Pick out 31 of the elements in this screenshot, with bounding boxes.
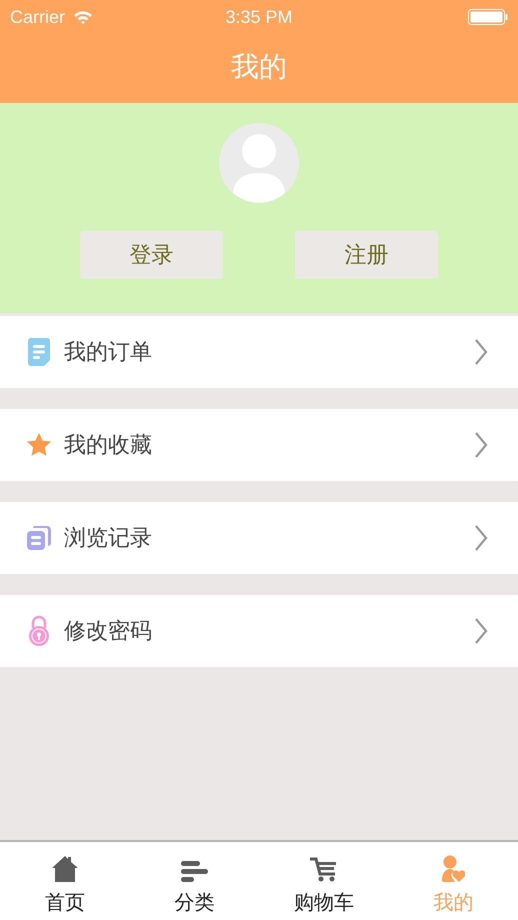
page-title: 我的 (231, 48, 287, 84)
wifi-icon (73, 10, 94, 24)
document-icon (28, 338, 50, 366)
register-button[interactable]: 注册 (295, 231, 438, 279)
tab-item[interactable]: 首页 (0, 842, 130, 920)
menu-item[interactable]: 我的订单 (0, 316, 518, 388)
menu-item[interactable]: 浏览记录 (0, 502, 518, 574)
menu-label: 浏览记录 (64, 525, 153, 553)
chevron-right-icon (474, 432, 488, 458)
person-heart-icon (441, 855, 466, 883)
carrier-label: Carrier (10, 6, 66, 28)
status-time: 3:35 PM (225, 6, 293, 28)
chevron-right-icon (474, 339, 488, 365)
menu-item[interactable]: 我的收藏 (0, 409, 518, 481)
tab-item[interactable]: 分类 (130, 842, 259, 920)
stacked-pages-icon (26, 525, 52, 551)
chevron-right-icon (474, 525, 488, 551)
menu-item[interactable]: 修改密码 (0, 595, 518, 667)
house-icon (50, 855, 79, 883)
tab-item[interactable]: 购物车 (259, 842, 388, 920)
battery-icon (468, 9, 508, 25)
menu-label: 修改密码 (64, 618, 153, 646)
chevron-right-icon (474, 618, 488, 644)
login-button[interactable]: 登录 (80, 231, 223, 279)
cart-icon (310, 857, 338, 883)
padlock-icon (27, 615, 51, 647)
menu-label: 我的收藏 (64, 432, 153, 460)
star-icon (26, 432, 52, 458)
avatar-icon (219, 123, 299, 203)
menu-label: 我的订单 (64, 339, 153, 367)
list-icon (180, 859, 208, 883)
